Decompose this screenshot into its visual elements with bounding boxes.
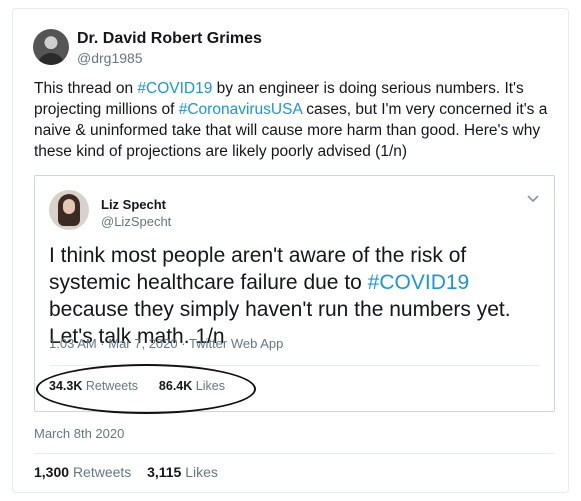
retweets-count[interactable]: 1,300 (34, 464, 69, 480)
avatar-face (63, 199, 75, 214)
quoted-author-handle[interactable]: @LizSpecht (101, 214, 171, 229)
quoted-tweet-text: I think most people aren't aware of the … (49, 242, 547, 350)
text-segment: This thread on (34, 80, 138, 97)
author-handle[interactable]: @drg1985 (77, 50, 143, 66)
hashtag-link[interactable]: #CoronavirusUSA (179, 101, 302, 118)
quoted-likes-label[interactable]: Likes (196, 379, 225, 393)
quoted-divider (49, 365, 540, 366)
author-name[interactable]: Dr. David Robert Grimes (77, 30, 262, 48)
hashtag-link[interactable]: #COVID19 (137, 80, 212, 97)
quoted-retweets-label[interactable]: Retweets (86, 379, 138, 393)
chevron-down-icon[interactable] (526, 194, 540, 204)
quoted-retweets-count[interactable]: 34.3K (49, 379, 82, 393)
tweet-stats: 1,300 Retweets 3,115 Likes (34, 464, 218, 480)
stats-divider (34, 453, 554, 454)
quoted-author-name[interactable]: Liz Specht (101, 197, 166, 212)
likes-label[interactable]: Likes (185, 464, 218, 480)
avatar-shirt (37, 53, 65, 65)
tweet-card[interactable]: Dr. David Robert Grimes @drg1985 This th… (12, 8, 569, 493)
quoted-avatar[interactable] (49, 190, 89, 230)
tweet-text: This thread on #COVID19 by an engineer i… (34, 78, 554, 162)
avatar[interactable] (33, 29, 69, 65)
quoted-timestamp[interactable]: 1:03 AM · Mar 7, 2020 · Twitter Web App (49, 336, 283, 351)
hashtag-link[interactable]: #COVID19 (368, 271, 470, 294)
tweet-date[interactable]: March 8th 2020 (34, 426, 124, 441)
likes-count[interactable]: 3,115 (147, 464, 181, 480)
quoted-tweet[interactable]: Liz Specht @LizSpecht I think most peopl… (34, 175, 555, 414)
retweets-label[interactable]: Retweets (73, 464, 131, 480)
quoted-stats: 34.3K Retweets 86.4K Likes (49, 379, 225, 393)
quoted-likes-count[interactable]: 86.4K (159, 379, 192, 393)
